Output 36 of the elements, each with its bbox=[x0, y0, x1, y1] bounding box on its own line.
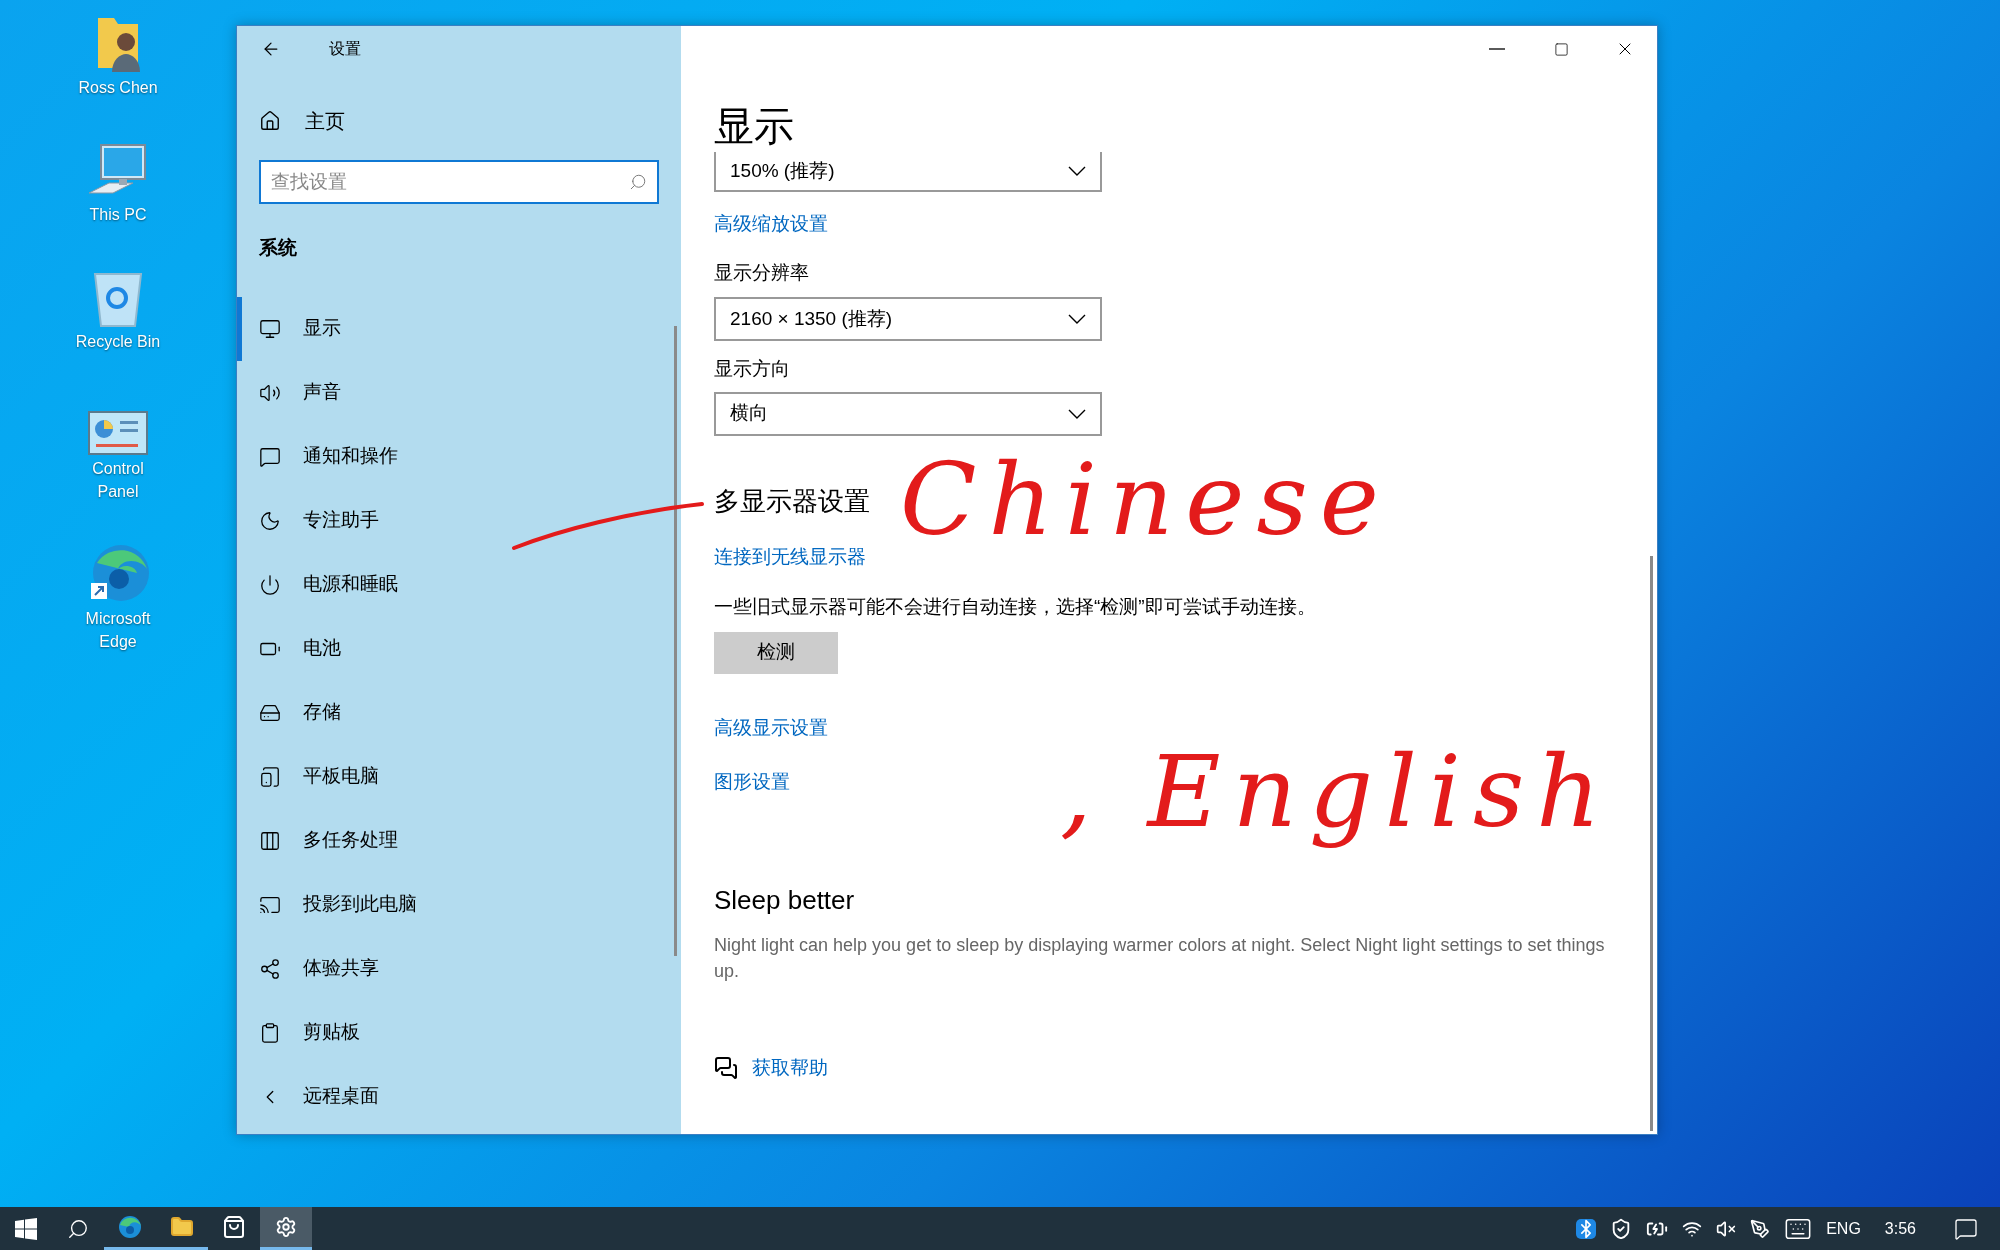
sidebar-item[interactable]: 远程桌面 bbox=[237, 1064, 681, 1129]
sidebar-item[interactable]: 平板电脑 bbox=[237, 744, 681, 809]
detect-note: 一些旧式显示器可能不会进行自动连接，选择“检测”即可尝试手动连接。 bbox=[714, 595, 1316, 619]
orientation-label: 显示方向 bbox=[714, 357, 791, 381]
sidebar-item[interactable]: 存储 bbox=[237, 680, 681, 745]
wireless-display-link[interactable]: 连接到无线显示器 bbox=[714, 542, 866, 571]
handwritten-annotation: Chinese bbox=[900, 440, 1392, 560]
orientation-dropdown[interactable]: 横向 bbox=[714, 391, 1102, 436]
settings-link[interactable]: 图形设置 bbox=[714, 768, 790, 797]
scale-dropdown[interactable]: 150% (推荐) bbox=[714, 152, 1102, 192]
description-text: Night light can help you get to sleep by displaying warmer colors at night. Select Night light settings to set things up. bbox=[714, 933, 1606, 983]
sidebar-item[interactable]: 体验共享 bbox=[237, 936, 681, 1001]
handwritten-annotation: , English bbox=[1060, 732, 1614, 852]
page-title: 显示 bbox=[714, 103, 795, 150]
home-link[interactable]: 主页 bbox=[259, 104, 681, 138]
sidebar-item[interactable]: 声音 bbox=[237, 360, 681, 425]
sidebar-item[interactable]: 电源和睡眠 bbox=[237, 552, 681, 617]
language-indicator[interactable]: ENG bbox=[1826, 1216, 1861, 1241]
sidebar-item[interactable]: 电池 bbox=[237, 616, 681, 681]
help-link[interactable]: 获取帮助 bbox=[752, 1053, 828, 1082]
sidebar-item[interactable]: 多任务处理 bbox=[237, 808, 681, 873]
resolution-label: 显示分辨率 bbox=[714, 260, 810, 285]
search-field[interactable]: 查找设置 bbox=[259, 160, 659, 204]
section-heading: 系统 bbox=[259, 236, 298, 260]
clock[interactable]: 3:56 bbox=[1884, 1216, 1916, 1241]
sidebar-item[interactable]: 剪贴板 bbox=[237, 1000, 681, 1065]
sidebar-item[interactable]: 通知和操作 bbox=[237, 424, 681, 489]
section-heading: Sleep better bbox=[714, 883, 855, 917]
window-title: 设置 bbox=[329, 39, 361, 59]
settings-link[interactable]: 高级显示设置 bbox=[714, 713, 828, 742]
sidebar-item[interactable]: 投影到此电脑 bbox=[237, 872, 681, 937]
sidebar-item[interactable]: 专注助手 bbox=[237, 488, 681, 553]
scaling-link[interactable]: 高级缩放设置 bbox=[714, 210, 828, 239]
detect-button[interactable]: 检测 bbox=[714, 631, 838, 674]
section-heading: 多显示器设置 bbox=[714, 484, 870, 518]
resolution-dropdown[interactable]: 2160 × 1350 (推荐) bbox=[714, 297, 1102, 341]
